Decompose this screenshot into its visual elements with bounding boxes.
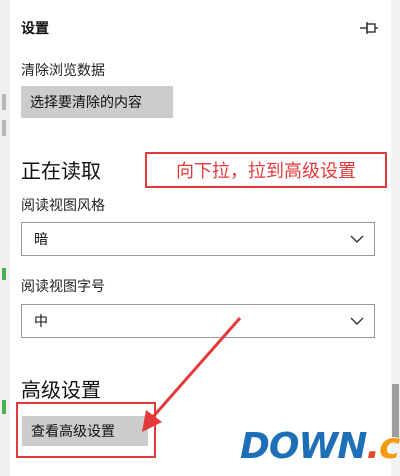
- choose-clear-button[interactable]: 选择要清除的内容: [21, 86, 173, 118]
- reading-style-label: 阅读视图风格: [21, 198, 105, 214]
- advanced-section-title: 高级设置: [21, 378, 101, 402]
- edge-mark: [2, 120, 6, 136]
- edge-mark: [2, 400, 6, 414]
- reading-style-select[interactable]: 暗: [21, 222, 375, 256]
- pin-icon[interactable]: [359, 21, 379, 35]
- reading-section-title: 正在读取: [21, 159, 101, 183]
- chevron-down-icon: [350, 317, 364, 325]
- annotation-callout: 向下拉，拉到高级设置: [145, 152, 387, 188]
- reading-fontsize-select[interactable]: 中: [21, 304, 375, 338]
- edge-mark: [2, 94, 6, 110]
- reading-fontsize-value: 中: [34, 314, 48, 330]
- chevron-down-icon: [350, 235, 364, 243]
- annotation-highlight-box: [16, 402, 156, 458]
- clear-data-label: 清除浏览数据: [21, 63, 105, 79]
- scrollbar[interactable]: [391, 0, 400, 476]
- reading-fontsize-label: 阅读视图字号: [21, 279, 105, 295]
- watermark-logo: DOWN.cc: [240, 425, 400, 467]
- panel-title: 设置: [21, 21, 49, 37]
- reading-style-value: 暗: [34, 232, 48, 248]
- edge-mark: [2, 268, 6, 280]
